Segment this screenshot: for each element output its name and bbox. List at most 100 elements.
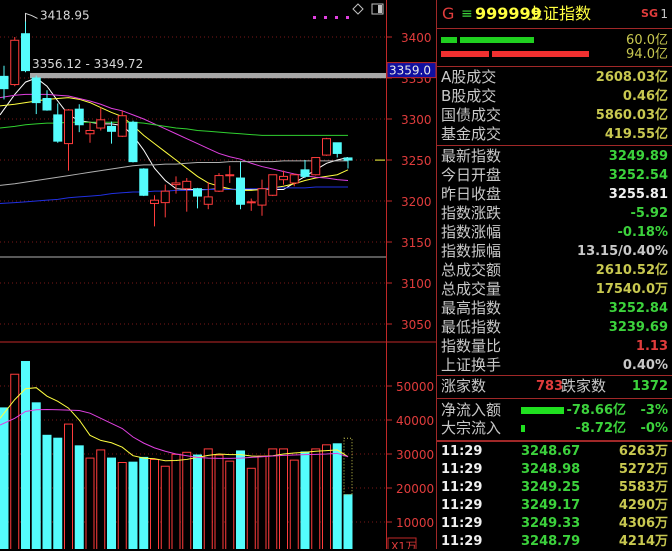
volume-bar [10,373,20,549]
volume-bar [117,462,127,549]
high-price-label: 3418.95 [40,8,90,22]
stat-row: 上证换手 0.40% [441,356,668,375]
stat-row: 指数量比 1.13 [441,337,668,356]
candle-down [300,169,310,177]
ma-line-ma60 [0,121,348,136]
stat-value: 3255.81 [608,187,668,202]
tick-time: 11:29 [441,462,483,477]
menu-icon[interactable]: ≡ [461,3,473,25]
outflow-value: 94.0亿 [626,47,668,62]
tick-volume: 4214万 [618,534,668,549]
candle-up [311,157,321,176]
tick-volume: 5272万 [618,462,668,477]
volume-bar [322,444,331,549]
volume-tick-label: 30000 [396,448,434,462]
stat-value: 0.40% [622,358,668,373]
candle-down [0,75,9,90]
candle-up [203,196,213,205]
turnover-value: 0.46亿 [622,89,668,104]
stat-row: 总成交额 2610.52亿 [441,261,668,280]
candle-down [74,108,84,126]
stat-label: 总成交量 [441,280,502,298]
candle-down [332,142,342,154]
candle-down [128,121,138,163]
volume-bar [257,455,267,549]
turnover-row: 国债成交 5860.03亿 [441,106,668,125]
volume-tick-label: 20000 [396,482,434,496]
stat-row: 最高指数 3252.84 [441,299,668,318]
price-tick-label: 3200 [401,195,432,209]
stat-value: -0.18% [617,225,669,240]
volume-bar [279,448,288,549]
price-tick-label: 3300 [401,113,432,127]
price-tick-label: 3150 [401,236,432,250]
price-tick-label: 3250 [401,154,432,168]
diamond-icon[interactable] [352,3,364,15]
stat-value: 13.15/0.40% [577,244,668,259]
toolbar-dots[interactable] [313,16,349,19]
netflow-value: -78.66亿 [566,403,626,418]
candle-down [31,77,41,104]
candle-down [193,188,202,197]
tick-volume: 6263万 [618,444,668,459]
tick-price: 3248.67 [521,444,581,459]
high-pointer [25,12,38,22]
volume-bar [171,453,181,549]
volume-bar [214,454,224,549]
volume-bar [150,458,159,549]
kline-chart[interactable]: 34003350330032503200315031003050 5000040… [0,0,436,549]
stat-row: 最新指数 3249.89 [441,147,668,166]
tick-price: 3248.79 [521,534,581,549]
volume-bar [0,407,9,549]
stat-row: 指数涨跌 -5.92 [441,204,668,223]
volume-bar [160,465,170,549]
volume-tick-label: 50000 [396,380,434,394]
turnover-value: 2608.03亿 [595,70,668,85]
netflow-row: 净流入额 -78.66亿 -3% [441,401,668,420]
decliners-count: 1372 [631,379,668,394]
tick-price: 3249.25 [521,480,581,495]
market-icon[interactable]: G [442,3,454,25]
tick-price: 3249.17 [521,498,581,513]
volume-bar [128,461,138,549]
volume-bar [225,460,235,549]
volume-bar [182,451,192,549]
stat-value: 17540.0万 [595,282,668,297]
turnover-value: 5860.03亿 [595,108,668,123]
stat-label: 最低指数 [441,318,502,336]
volume-bar [289,459,299,549]
candle-up [322,138,331,156]
tick-time: 11:29 [441,480,483,495]
candle-up [289,174,299,184]
tick-row: 11:29 3249.25 5583万 [441,479,668,497]
netflow-row: 大宗流入 -8.72亿 -0% [441,419,668,438]
breadth-row: 涨家数 783 跌家数 1372 [441,377,668,396]
volume-bar [64,423,73,549]
netflow-pct: -3% [640,403,668,418]
turnover-row: A股成交 2608.03亿 [441,68,668,87]
tick-time: 11:29 [441,498,483,513]
decliners-label: 跌家数 [561,377,607,395]
sg-label[interactable]: SG [641,3,658,25]
volume-bar [246,467,256,549]
stat-value: 3239.69 [608,320,668,335]
candle-up [150,199,159,204]
stat-label: 总成交额 [441,261,502,279]
quote-panel: G ≡ 999999 上证指数 SG 1 60.0亿 94.0亿 A股成交 260… [436,0,672,549]
candle-up [246,201,256,204]
netflow-bar [521,407,564,414]
volume-bar [300,451,310,549]
candle-down [343,157,353,161]
candle-down [53,114,63,142]
panel-toggle-icon[interactable] [371,3,384,15]
turnover-label: A股成交 [441,68,497,86]
stat-label: 指数涨跌 [441,204,502,222]
stat-row: 最低指数 3239.69 [441,318,668,337]
netflow-label: 净流入额 [441,401,502,419]
volume-tick-label: 10000 [396,516,434,530]
cursor-price-label: 3359.0 [389,64,431,78]
tick-volume: 5583万 [618,480,668,495]
stat-row: 指数涨幅 -0.18% [441,223,668,242]
band-label: 3356.12 - 3349.72 [32,57,143,71]
volume-bar [96,449,106,549]
